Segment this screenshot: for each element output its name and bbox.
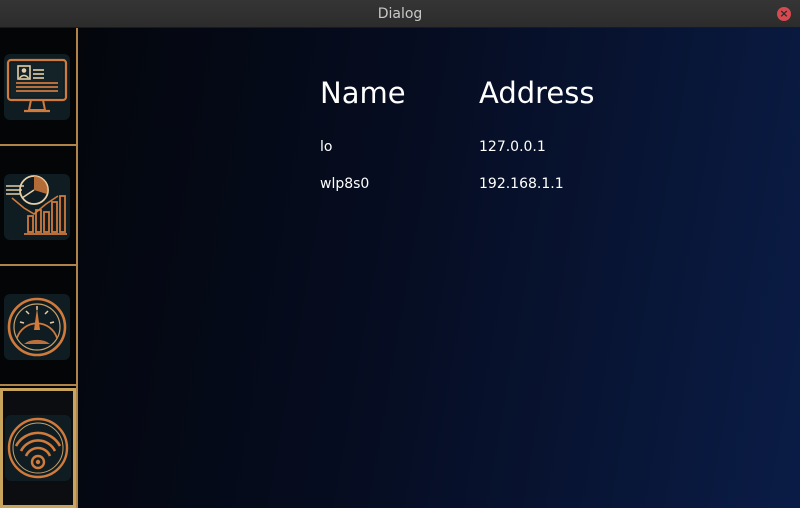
sidebar-item-system[interactable] [0,28,76,146]
sidebar [0,28,78,508]
row-name-cell: wlp8s0 [320,176,370,192]
row-address-cell: 127.0.0.1 [479,139,546,155]
column-header-address: Address [479,76,595,110]
row-name-cell: lo [320,139,333,155]
computer-monitor-icon [4,54,70,120]
column-header-name: Name [320,76,406,110]
title-bar[interactable]: Dialog × [0,0,800,28]
sidebar-item-network[interactable] [0,388,76,508]
speedometer-gauge-icon [4,294,70,360]
dialog-window: Dialog × Name Address lo 127.0.0.1 wlp8s… [0,0,800,508]
wifi-network-icon [5,415,71,481]
close-button[interactable]: × [777,7,791,21]
network-content-panel: Name Address lo 127.0.0.1 wlp8s0 192.168… [78,28,800,508]
window-title: Dialog [377,6,423,22]
row-address-cell: 192.168.1.1 [479,176,564,192]
sidebar-item-statistics[interactable] [0,148,76,266]
sidebar-item-performance[interactable] [0,268,76,386]
charts-statistics-icon [4,174,70,240]
